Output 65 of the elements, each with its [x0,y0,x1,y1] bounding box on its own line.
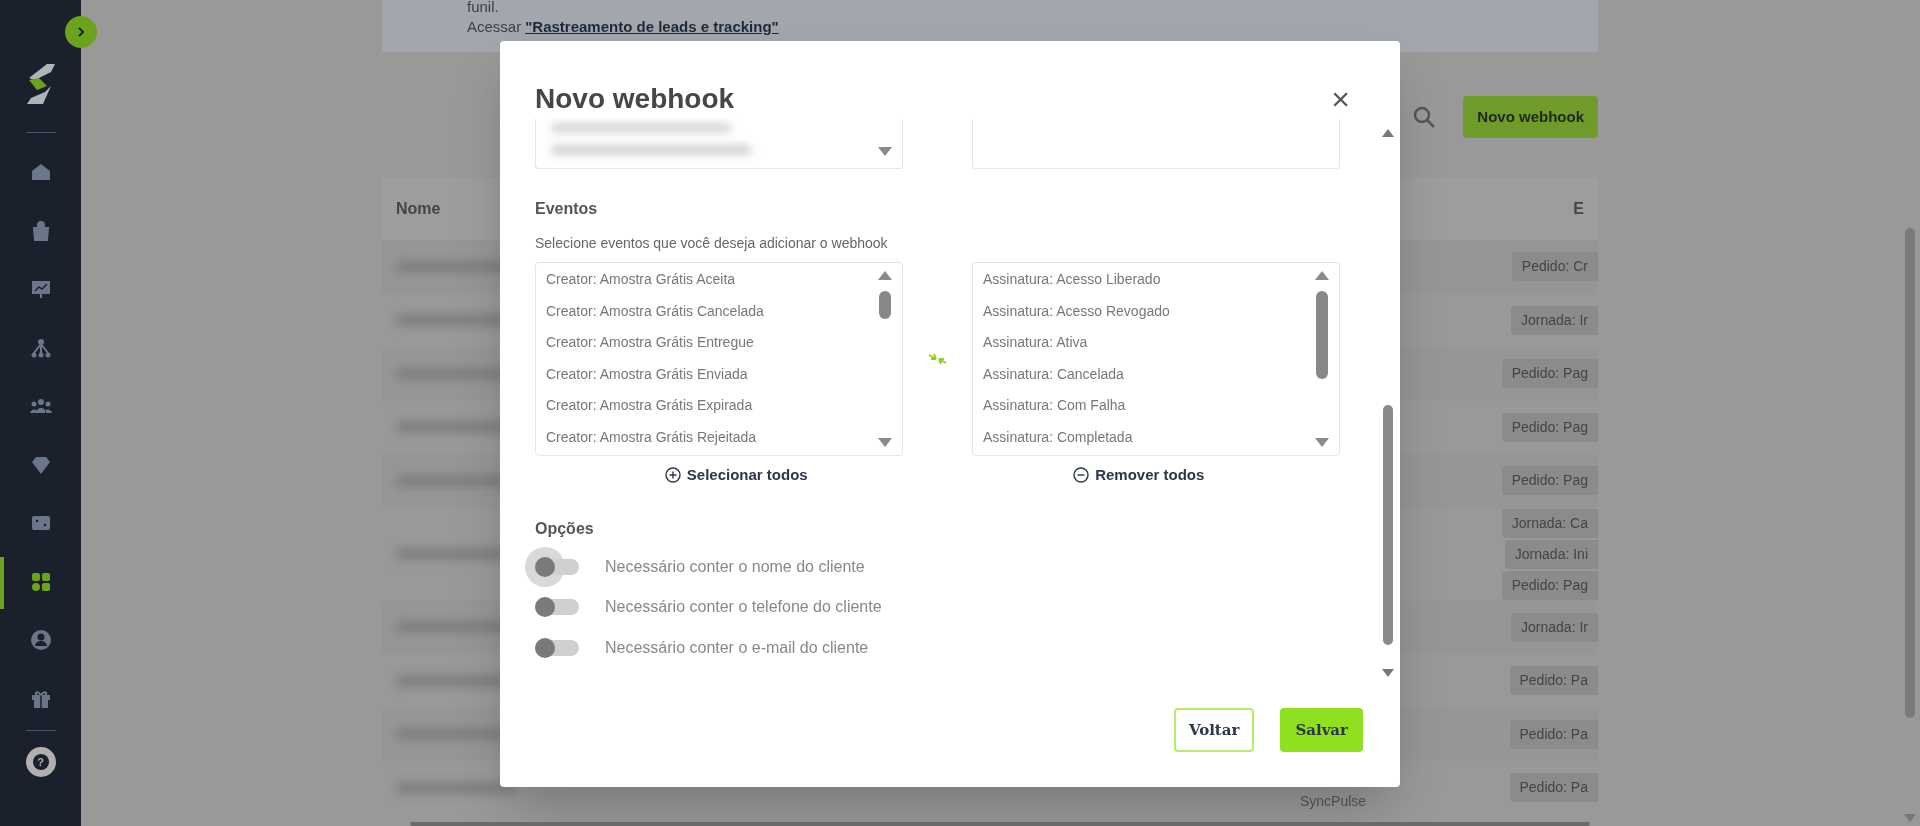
scrollbar-thumb[interactable] [1316,291,1328,379]
tracking-link[interactable]: "Rastreamento de leads e tracking" [525,17,779,37]
event-tag: Pedido: Pag [1501,359,1598,389]
event-tag: Pedido: Pa [1509,719,1598,749]
toggle-switch[interactable] [535,556,579,577]
scroll-down-icon[interactable] [878,438,892,447]
event-tag: Pedido: Pag [1501,466,1598,496]
event-tag: Jornada: Ir [1511,305,1598,335]
option-label: Necessário conter o e-mail do cliente [605,637,869,658]
minus-circle-icon [1073,467,1090,484]
column-header: E [1573,199,1584,219]
option-label: Necessário conter o nome do cliente [605,556,865,577]
scrollbar-thumb[interactable] [1383,405,1393,645]
scroll-down-icon[interactable] [1382,669,1394,677]
expand-button[interactable] [65,16,97,48]
list-item[interactable]: Assinatura: Ativa [983,327,1339,359]
event-tag: Jornada: Ini [1504,539,1598,569]
list-item[interactable]: Creator: Amostra Grátis Aceita [546,264,902,296]
event-tag: Jornada: Ir [1511,612,1598,642]
help-button[interactable]: ? [25,747,56,777]
event-tag: Pedido: Pa [1509,773,1598,803]
scroll-up-icon[interactable] [1315,271,1329,280]
table-cell-text: SyncPulse [1300,792,1367,811]
text-button[interactable]: Remover todos [1073,464,1205,487]
user-icon[interactable] [28,628,53,653]
back-button[interactable]: Voltar [1173,708,1255,752]
text-button[interactable]: Selecionar todos [664,464,808,487]
chevron-right-icon [75,26,87,38]
scrollbar-thumb[interactable] [879,291,891,319]
list-item[interactable]: Assinatura: Completada [983,421,1339,453]
option-label: Necessário conter o telefone do cliente [605,597,882,618]
event-tag: Pedido: Pag [1501,412,1598,442]
scroll-up-icon[interactable] [1382,129,1394,137]
banner-text: funil. [467,0,499,15]
event-tag: Pedido: Pa [1509,666,1598,696]
list-item[interactable]: Creator: Amostra Grátis Cancelada [546,295,902,327]
event-tag: Pedido: Cr [1511,252,1598,282]
list-item[interactable]: Assinatura: Acesso Liberado [983,264,1339,296]
list-item[interactable]: Assinatura: Cancelada [983,358,1339,390]
list-item[interactable]: Assinatura: Acesso Revogado [983,295,1339,327]
list-item[interactable]: Creator: Amostra Grátis Expirada [546,390,902,422]
section-title: Opções [535,518,595,539]
hint-text: Selecione eventos que você deseja adicionar o webhook [535,234,889,253]
save-button[interactable]: Salvar [1280,708,1363,752]
column-header: Nome [396,199,441,219]
toggle-switch[interactable] [535,637,579,658]
scroll-down-icon[interactable] [1315,438,1329,447]
scroll-up-icon[interactable] [878,271,892,280]
help-icon: ? [32,754,49,770]
list-item[interactable]: Creator: Amostra Grátis Rejeitada [546,421,902,453]
event-tag: Jornada: Ca [1501,508,1598,538]
banner-text: Acessar [467,17,522,37]
scroll-down-icon[interactable] [878,147,892,156]
event-tag: Pedido: Pag [1501,570,1598,600]
dialog-title: Novo webhook [535,82,735,116]
scrollbar-thumb[interactable] [1905,228,1915,718]
list-item[interactable]: Creator: Amostra Grátis Enviada [546,358,902,390]
list-item[interactable]: Creator: Amostra Grátis Entregue [546,327,902,359]
close-button[interactable]: × [1331,83,1350,115]
horizontal-scrollbar[interactable] [410,822,1590,826]
new-webhook-button[interactable]: Novo webhook [1463,96,1598,138]
plus-circle-icon [664,467,681,484]
section-title: Eventos [535,199,599,219]
toggle-switch[interactable] [535,597,579,618]
list-item[interactable]: Assinatura: Com Falha [983,390,1339,422]
